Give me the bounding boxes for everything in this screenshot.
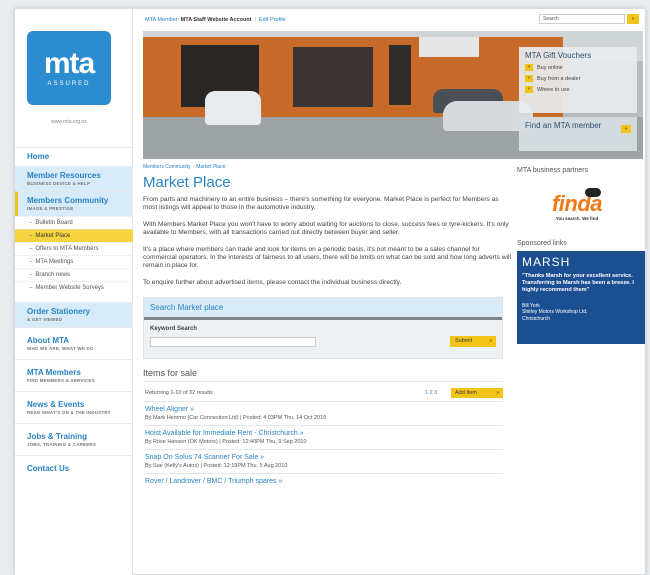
- gift-link-buy-online[interactable]: » Buy online: [525, 64, 631, 71]
- list-item: Hoist Available for Immediate Rent - Chr…: [143, 426, 503, 450]
- partners-heading: MTA business partners: [517, 167, 589, 174]
- gift-vouchers-title: MTA Gift Vouchers: [525, 51, 592, 60]
- logo-mark: mta: [43, 47, 95, 80]
- add-item-button[interactable]: Add Item»: [451, 388, 503, 398]
- nav-news-events[interactable]: News & Events READ WHAT'S ON & THE INDUST…: [15, 391, 133, 423]
- keyword-search-input[interactable]: [150, 337, 316, 347]
- edit-profile-link[interactable]: Edit Profile: [259, 17, 286, 23]
- listing-title[interactable]: Wheel Aligner »: [145, 406, 501, 413]
- sidebar-nav: Home Member Resources BUSINESS DEVICE & H…: [15, 147, 133, 481]
- page: mta ASSURED www.mta.org.nz Home Member R…: [14, 8, 646, 575]
- marsh-attribution: Bill York Shirley Motors Workshop Ltd, C…: [522, 303, 588, 322]
- nav-sub-market-place[interactable]: – Market Place: [15, 229, 133, 242]
- arrow-icon: »: [525, 86, 533, 93]
- gift-vouchers-panel: MTA Gift Vouchers » Buy online » Buy from …: [519, 47, 637, 113]
- nav-sub-website-surveys[interactable]: – Member Website Surveys: [15, 281, 133, 296]
- find-member-text: Find an MTA member: [525, 121, 602, 130]
- nav-order-stationery[interactable]: Order Stationery & GET VIEWED: [15, 302, 133, 327]
- top-search-input[interactable]: Search: [539, 14, 625, 24]
- nav-about-mta[interactable]: About MTA WHO WE ARE, WHAT WE DO: [15, 327, 133, 359]
- finda-tagline: You search. We find: [555, 216, 599, 221]
- mta-logo[interactable]: mta ASSURED: [27, 31, 111, 105]
- marsh-quote: "Thanks Marsh for your excellent service…: [522, 273, 634, 293]
- nav-contact-us[interactable]: Contact Us: [15, 455, 133, 481]
- list-item: Wheel Aligner » By Mark Hemmo (Car Conne…: [143, 402, 503, 426]
- pager[interactable]: 1 2 3: [425, 390, 437, 396]
- right-column: MTA business partners finda You search. …: [517, 161, 645, 344]
- submit-button[interactable]: Submit»: [450, 336, 496, 347]
- member-label: MTA Member:: [145, 17, 180, 23]
- list-item: Snap On Solus 74 Scanner For Sale » By S…: [143, 450, 503, 474]
- page-title: Market Place: [143, 174, 231, 191]
- listing-meta: By Mark Hemmo (Car Connection Ltd) | Pos…: [145, 415, 327, 421]
- gift-link-buy-dealer[interactable]: » Buy from a dealer: [525, 75, 631, 82]
- sidebar: mta ASSURED www.mta.org.nz Home Member R…: [15, 9, 133, 575]
- logo-sub: ASSURED: [47, 81, 91, 87]
- results-count: Returning 1-10 of 32 results: [145, 390, 213, 396]
- body-paragraph: To enquire further about advertised item…: [143, 279, 402, 286]
- find-member-link[interactable]: Find an MTA member »: [519, 117, 637, 151]
- breadcrumb-members-community[interactable]: Members Community: [143, 164, 191, 170]
- nav-home[interactable]: Home: [15, 147, 133, 166]
- nav-sub-offers[interactable]: – Offers to MTA Members: [15, 242, 133, 255]
- listing-title[interactable]: Rover / Landrover / BMC / Triumph spares…: [145, 478, 501, 485]
- arrow-icon: »: [621, 125, 631, 133]
- list-item: Rover / Landrover / BMC / Triumph spares…: [143, 474, 503, 489]
- finda-logo[interactable]: finda You search. We find: [517, 182, 637, 228]
- hero-banner: MTA Gift Vouchers » Buy online » Buy from …: [143, 31, 643, 159]
- nav-members-community[interactable]: Members Community IMAGE & PRESTIGE: [15, 191, 133, 216]
- logo-link[interactable]: www.mta.org.nz: [27, 119, 111, 125]
- arrow-icon: »: [525, 64, 533, 71]
- listing-meta: By Sue (Kelly's Autos) | Posted: 12:19PM…: [145, 463, 288, 469]
- nav-sub-mta-meetings[interactable]: – MTA Meetings: [15, 255, 133, 268]
- nav-jobs-training[interactable]: Jobs & Training JOBS, TRAINING & CAREERS: [15, 423, 133, 455]
- arrow-icon: »: [489, 338, 492, 344]
- breadcrumb-market-place: Market Place: [196, 164, 226, 170]
- body-paragraph: With Members Market Place you won't have…: [143, 221, 509, 236]
- breadcrumb: Members Community › Market Place: [143, 164, 226, 170]
- market-search-box: Search Market place Keyword Search Submi…: [143, 297, 503, 359]
- nav-sub-bulletin-board[interactable]: – Bulletin Board: [15, 216, 133, 229]
- arrow-icon: »: [496, 390, 499, 396]
- keyword-label: Keyword Search: [150, 326, 198, 332]
- top-search-button[interactable]: »: [627, 14, 639, 24]
- items-heading: Items for sale: [143, 368, 503, 382]
- sponsored-heading: Sponsored links: [517, 240, 567, 247]
- listing-meta: By Rose Hansen (OK Motors) | Posted: 12:…: [145, 439, 307, 445]
- nav-sub-branch-news[interactable]: – Branch news: [15, 268, 133, 281]
- results-bar: Returning 1-10 of 32 results 1 2 3 Add I…: [143, 386, 503, 402]
- marsh-brand: MARSH: [522, 255, 571, 269]
- top-bar: MTA Member: MTA Staff Website Account | Ed…: [143, 11, 643, 29]
- intro-paragraph: From parts and machinery to an entire bu…: [143, 196, 499, 211]
- body-paragraph: It's a place where members can trade and…: [143, 246, 511, 269]
- hero-car: [205, 91, 261, 125]
- finda-logo-icon: [585, 188, 601, 197]
- nav-member-resources[interactable]: Member Resources BUSINESS DEVICE & HELP: [15, 166, 133, 191]
- account-line: MTA Member: MTA Staff Website Account | Ed…: [145, 17, 286, 23]
- gift-link-where-to-use[interactable]: » Where to use: [525, 86, 631, 93]
- market-search-heading: Search Market place: [144, 298, 502, 317]
- arrow-icon: »: [525, 75, 533, 82]
- main-content: Members Community › Market Place Market Pl…: [143, 161, 513, 489]
- finda-wordmark: finda: [551, 191, 603, 216]
- listing-title[interactable]: Snap On Solus 74 Scanner For Sale »: [145, 454, 501, 461]
- listing-title[interactable]: Hoist Available for Immediate Rent - Chr…: [145, 430, 501, 437]
- marsh-ad[interactable]: MARSH "Thanks Marsh for your excellent s…: [517, 251, 645, 344]
- nav-mta-members[interactable]: MTA Members FIND MEMBERS & SERVICES: [15, 359, 133, 391]
- account-name: MTA Staff Website Account: [180, 17, 252, 23]
